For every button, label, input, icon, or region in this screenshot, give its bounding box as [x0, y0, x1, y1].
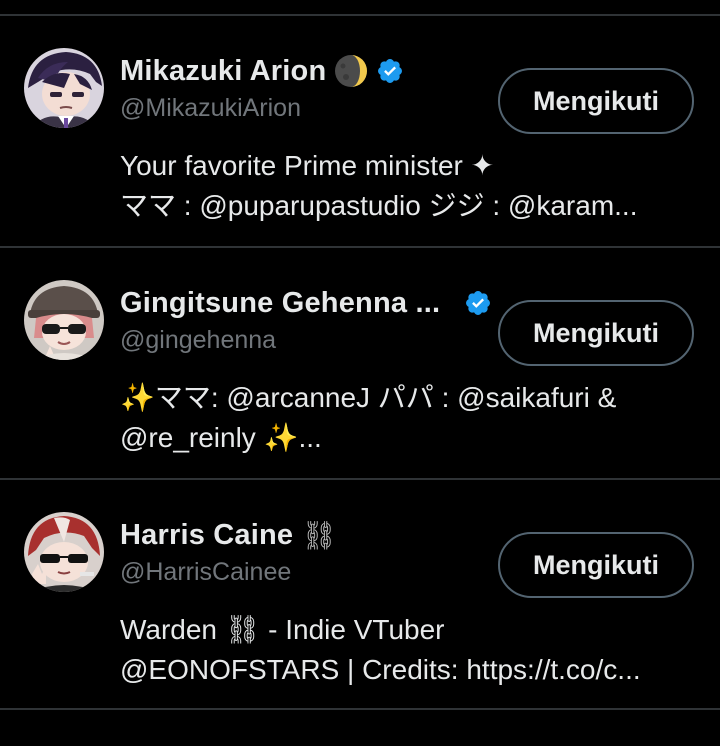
display-name[interactable]: Mikazuki Arion [120, 55, 326, 88]
user-bio: Warden ⛓ - Indie VTuber @EONOFSTARS | Cr… [120, 610, 690, 690]
display-name[interactable]: Harris Caine [120, 519, 293, 552]
user-bio: Your favorite Prime minister ✦ ママ : @pup… [120, 146, 690, 226]
chains-icon: ⛓ [301, 519, 337, 551]
following-list: Mikazuki Arion @MikazukiArion Mengikuti … [0, 0, 720, 746]
bio-line: ✨ママ: @arcanneJ パパ : @saikafuri & [120, 382, 617, 413]
verified-badge-icon [464, 289, 492, 317]
bio-line: Your favorite Prime minister ✦ [120, 150, 495, 181]
bio-line: @EONOFSTARS | Credits: https://t.co/c... [120, 654, 641, 685]
user-cell-gingehenna[interactable]: Gingitsune Gehenna ... @gingehenna Mengi… [0, 248, 720, 478]
user-handle: @HarrisCainee [120, 558, 292, 586]
user-bio: ✨ママ: @arcanneJ パパ : @saikafuri & @re_rei… [120, 378, 690, 458]
bio-line: Warden ⛓ - Indie VTuber [120, 614, 445, 645]
moon-icon [334, 54, 368, 88]
avatar[interactable] [24, 48, 104, 128]
verified-badge-icon [376, 57, 404, 85]
following-button[interactable]: Mengikuti [498, 300, 694, 366]
user-handle: @MikazukiArion [120, 94, 301, 122]
divider [0, 708, 720, 710]
bio-line: @re_reinly ✨... [120, 422, 322, 453]
user-cell-harriscaine[interactable]: Harris Caine ⛓ @HarrisCainee Mengikuti W… [0, 480, 720, 710]
avatar[interactable] [24, 512, 104, 592]
name-line: Harris Caine ⛓ [120, 516, 337, 554]
following-button[interactable]: Mengikuti [498, 532, 694, 598]
avatar[interactable] [24, 280, 104, 360]
bio-line: ママ : @puparupastudio ジジ : @karam... [120, 190, 638, 221]
name-line: Gingitsune Gehenna ... [120, 284, 492, 322]
name-line: Mikazuki Arion [120, 52, 404, 90]
user-cell-mikazuki[interactable]: Mikazuki Arion @MikazukiArion Mengikuti … [0, 16, 720, 246]
display-name[interactable]: Gingitsune Gehenna ... [120, 287, 440, 320]
user-handle: @gingehenna [120, 326, 277, 354]
following-button[interactable]: Mengikuti [498, 68, 694, 134]
